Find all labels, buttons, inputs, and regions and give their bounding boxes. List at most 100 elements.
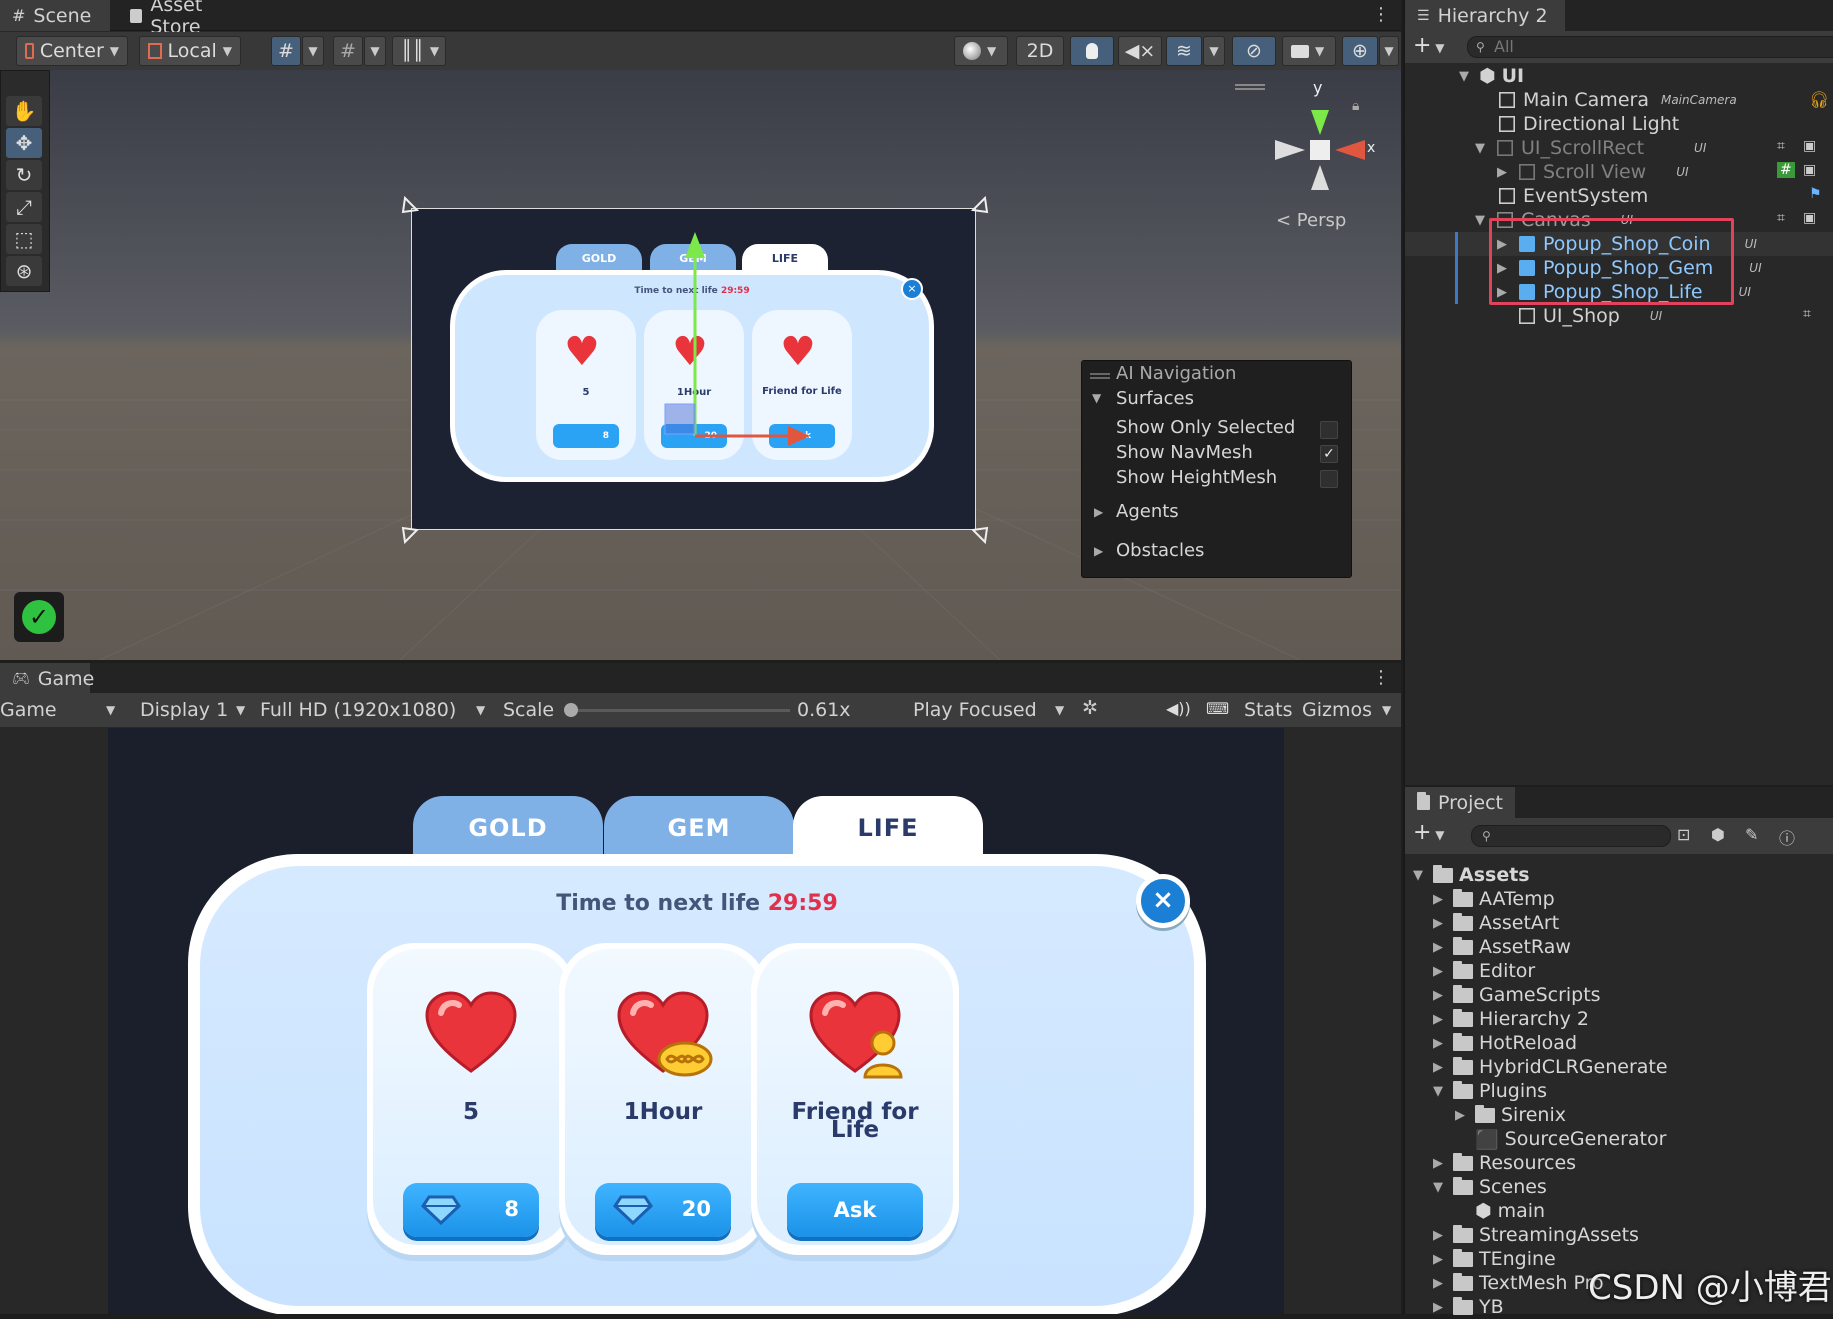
scale-slider-handle[interactable]	[564, 703, 578, 717]
game-viewport[interactable]: GOLD GEM LIFE Time to next life 29:59 × …	[108, 728, 1284, 1314]
surfaces-expand-icon[interactable]: ▼	[1092, 391, 1101, 405]
status-check-button[interactable]: ✓	[14, 592, 64, 642]
project-folder[interactable]: ▶ AssetRaw	[1433, 935, 1571, 959]
buy-button-gem-8[interactable]: 8	[403, 1183, 539, 1237]
gizmos-button[interactable]: ⊕	[1342, 36, 1378, 66]
display-dropdown[interactable]: Display 1 ▼	[140, 699, 250, 721]
gizmo-drag-handle[interactable]	[1235, 84, 1265, 90]
move-tool-button[interactable]: ✥	[6, 128, 42, 158]
rect-tool-button[interactable]: ⬚	[6, 224, 42, 254]
hierarchy-item-directional-light[interactable]: Directional Light	[1405, 112, 1833, 136]
agents-foldout[interactable]: Agents	[1116, 501, 1179, 522]
tab-hierarchy[interactable]: ☰ Hierarchy 2	[1405, 0, 1565, 31]
hierarchy-item-main-camera[interactable]: Main Camera MainCamera 🎧︎	[1405, 88, 1833, 112]
gizmos-dropdown[interactable]: ▼	[1379, 36, 1399, 66]
move-gizmo[interactable]	[660, 226, 820, 466]
rotate-tool-button[interactable]: ↻	[6, 160, 42, 190]
project-scene-asset[interactable]: ⬢ main	[1475, 1199, 1545, 1223]
project-folder[interactable]: ▶ YB	[1433, 1295, 1504, 1319]
play-mode-dropdown[interactable]: Play Focused ▼	[913, 699, 1073, 721]
buy-button-gem-20[interactable]: 20	[595, 1183, 731, 1237]
grid-snap-button[interactable]: #	[271, 36, 301, 66]
project-folder[interactable]: ▶ AATemp	[1433, 887, 1555, 911]
tab-project[interactable]: Project	[1405, 787, 1515, 818]
project-folder[interactable]: ▶ TextMesh Pro	[1433, 1271, 1604, 1295]
hierarchy-item-eventsystem[interactable]: EventSystem ⚑	[1405, 184, 1833, 208]
tab-scene[interactable]: # Scene	[0, 0, 110, 31]
grid-visibility-button[interactable]: #	[333, 36, 363, 66]
obstacles-foldout[interactable]: Obstacles	[1116, 540, 1204, 561]
grid-visibility-dropdown[interactable]: ▼	[364, 36, 386, 66]
project-folder[interactable]: ▶ Hierarchy 2	[1433, 1007, 1589, 1031]
audio-mute-icon[interactable]: ◀))	[1166, 699, 1191, 718]
search-by-type-icon[interactable]: ⊡	[1677, 825, 1690, 844]
tab-asset-store[interactable]: Asset Store	[118, 0, 258, 38]
camera-settings-dropdown[interactable]: ▼	[1282, 36, 1336, 66]
tab-gold[interactable]: GOLD	[413, 796, 603, 860]
effects-dropdown[interactable]: ▼	[1203, 36, 1225, 66]
grid-snap-dropdown[interactable]: ▼	[302, 36, 324, 66]
ask-button[interactable]: Ask	[787, 1183, 923, 1237]
info-icon[interactable]: ⓘ	[1779, 825, 1795, 849]
hierarchy-item-scroll-view[interactable]: ▶ Scroll View UI # ▣	[1405, 160, 1833, 184]
tab-gem[interactable]: GEM	[604, 796, 794, 860]
game-mode-dropdown[interactable]: Game ▼	[0, 699, 120, 721]
project-folder[interactable]: ▶ Sirenix	[1455, 1103, 1566, 1127]
search-by-label-icon[interactable]: ⬢	[1711, 825, 1725, 844]
hierarchy-item-ui-scrollrect[interactable]: ▼ UI_ScrollRect UI ⌗ ▣	[1405, 136, 1833, 160]
project-folder[interactable]: ▶ StreamingAssets	[1433, 1223, 1639, 1247]
hierarchy-scene-root[interactable]: ▼ ⬢ UI	[1405, 64, 1833, 88]
project-folder[interactable]: ▼ Scenes	[1433, 1175, 1547, 1199]
favorites-icon[interactable]: ✎	[1745, 825, 1758, 844]
project-folder[interactable]: ▶ Editor	[1433, 959, 1535, 983]
keyboard-icon[interactable]: ⌨	[1206, 699, 1229, 718]
agents-expand-icon[interactable]: ▶	[1094, 505, 1103, 519]
space-local-dropdown[interactable]: Local ▼	[139, 36, 241, 66]
project-search-input[interactable]: ⚲	[1471, 825, 1671, 847]
tab-game[interactable]: 🎮︎ Game	[0, 663, 94, 694]
gizmos-label: Gizmos	[1302, 699, 1373, 721]
project-folder[interactable]: ▶ AssetArt	[1433, 911, 1559, 935]
increment-snap-dropdown[interactable]: ║║ ▼	[392, 36, 446, 66]
lighting-toggle-button[interactable]	[1070, 36, 1114, 66]
more-options-icon[interactable]: ⋮	[1372, 4, 1390, 25]
obstacles-expand-icon[interactable]: ▶	[1094, 544, 1103, 558]
show-heightmesh-checkbox[interactable]	[1320, 470, 1338, 488]
surfaces-foldout[interactable]: Surfaces	[1116, 388, 1194, 409]
effects-toggle-button[interactable]: ≋	[1166, 36, 1202, 66]
project-folder[interactable]: ▼ Plugins	[1433, 1079, 1547, 1103]
project-folder[interactable]: ▶ GameScripts	[1433, 983, 1601, 1007]
stats-button[interactable]: Stats	[1244, 699, 1293, 721]
chevron-down-icon: ▼	[1209, 44, 1219, 58]
2d-toggle-button[interactable]: 2D	[1016, 36, 1064, 66]
tab-life[interactable]: LIFE	[793, 796, 983, 860]
gizmos-dropdown[interactable]: Gizmos ▼	[1302, 699, 1398, 721]
overlay-drag-handle[interactable]	[1090, 373, 1110, 379]
hierarchy-search-input[interactable]: ⚲ All	[1467, 36, 1833, 58]
show-navmesh-checkbox[interactable]: ✓	[1320, 445, 1338, 463]
project-folder[interactable]: ▶ HotReload	[1433, 1031, 1577, 1055]
bug-icon[interactable]: ✲	[1082, 697, 1098, 719]
more-options-icon[interactable]: ⋮	[1372, 667, 1390, 688]
projection-toggle[interactable]: < Persp	[1276, 210, 1346, 231]
close-button[interactable]: ×	[1136, 874, 1190, 928]
orientation-gizmo[interactable]	[1265, 90, 1375, 200]
project-folder[interactable]: ▶ Resources	[1433, 1151, 1576, 1175]
project-folder[interactable]: ▶ HybridCLRGenerate	[1433, 1055, 1668, 1079]
project-item-assets[interactable]: ▼ Assets	[1413, 863, 1530, 887]
scene-visibility-button[interactable]: ⊘	[1232, 36, 1276, 66]
add-object-button[interactable]: + ▼	[1413, 33, 1444, 58]
audio-toggle-button[interactable]: ◀×	[1118, 36, 1162, 66]
hand-tool-button[interactable]: ✋	[6, 96, 42, 126]
show-only-selected-checkbox[interactable]	[1320, 421, 1338, 439]
pivot-center-dropdown[interactable]: Center ▼	[16, 36, 128, 66]
create-asset-button[interactable]: + ▼	[1413, 820, 1444, 845]
project-folder[interactable]: ▶ TEngine	[1433, 1247, 1556, 1271]
scale-tool-button[interactable]: ⤢	[6, 192, 42, 222]
transform-tool-button[interactable]: ⊛	[6, 256, 42, 286]
project-asset[interactable]: ⬛ SourceGenerator	[1475, 1127, 1666, 1151]
scale-slider[interactable]	[570, 709, 790, 712]
resolution-dropdown[interactable]: Full HD (1920x1080) ▼	[260, 699, 490, 721]
hierarchy-item-ui-shop[interactable]: UI_Shop UI ⌗	[1405, 304, 1833, 328]
draw-mode-dropdown[interactable]: ▼	[954, 36, 1008, 66]
